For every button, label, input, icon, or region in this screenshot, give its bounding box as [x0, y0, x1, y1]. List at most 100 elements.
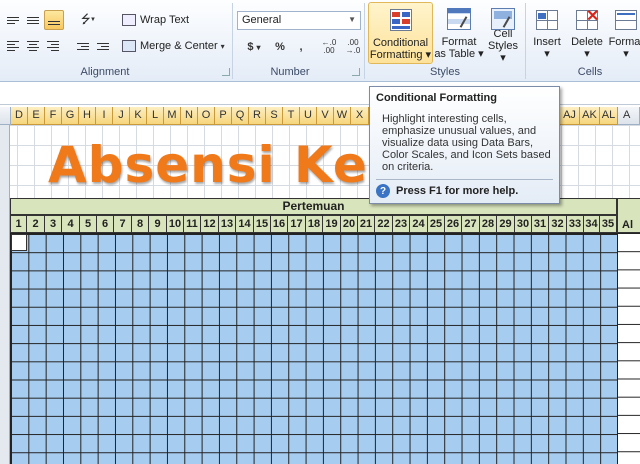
- increase-indent-button[interactable]: [94, 36, 112, 56]
- align-bottom-icon: [48, 21, 60, 25]
- meeting-number-cell[interactable]: 20: [341, 215, 358, 233]
- column-header[interactable]: I: [96, 107, 113, 125]
- column-header[interactable]: T: [283, 107, 300, 125]
- merge-center-button[interactable]: Merge & Center ▾: [122, 36, 230, 56]
- column-header[interactable]: K: [130, 107, 147, 125]
- meeting-number-cell[interactable]: 26: [445, 215, 462, 233]
- meeting-number-cell[interactable]: 11: [184, 215, 201, 233]
- meeting-number-cell[interactable]: 8: [132, 215, 149, 233]
- align-center-button[interactable]: [24, 36, 42, 56]
- right-column-cells[interactable]: [617, 233, 640, 464]
- meeting-number-cell[interactable]: 34: [584, 215, 600, 233]
- increase-decimal-button[interactable]: ←.0 .00: [318, 37, 340, 57]
- meeting-number-cell[interactable]: 25: [428, 215, 445, 233]
- column-header[interactable]: X: [351, 107, 369, 125]
- meeting-number-cell[interactable]: 12: [201, 215, 219, 233]
- group-divider: [232, 3, 233, 79]
- meeting-number-cell[interactable]: 32: [549, 215, 567, 233]
- percent-style-button[interactable]: %: [272, 37, 288, 57]
- meeting-number-cell[interactable]: 1: [10, 215, 27, 233]
- number-launcher-icon[interactable]: [352, 68, 360, 76]
- column-header[interactable]: AL: [600, 107, 618, 125]
- column-header[interactable]: L: [147, 107, 164, 125]
- align-left-button[interactable]: [4, 36, 22, 56]
- dollar-icon: $: [247, 41, 254, 53]
- meeting-number-cell[interactable]: 4: [62, 215, 80, 233]
- column-header[interactable]: J: [113, 107, 130, 125]
- meeting-number-cell[interactable]: 29: [497, 215, 515, 233]
- column-header[interactable]: D: [11, 107, 28, 125]
- increase-indent-icon: [97, 42, 109, 50]
- delete-button[interactable]: ✕ Delete ▾: [568, 2, 606, 64]
- column-header[interactable]: M: [164, 107, 181, 125]
- comma-style-button[interactable]: ,: [294, 37, 308, 57]
- align-top-button[interactable]: [4, 10, 22, 30]
- format-as-table-button[interactable]: Format as Table ▾: [434, 2, 484, 64]
- column-header[interactable]: G: [62, 107, 79, 125]
- cells-group-label: Cells: [577, 66, 603, 78]
- column-header[interactable]: AJ: [560, 107, 580, 125]
- meeting-number-cell[interactable]: 5: [80, 215, 97, 233]
- row-headers[interactable]: [0, 125, 10, 464]
- right-header-cell[interactable]: Al: [617, 198, 640, 233]
- column-header[interactable]: V: [317, 107, 334, 125]
- align-right-button[interactable]: [44, 36, 62, 56]
- decrease-indent-button[interactable]: [74, 36, 92, 56]
- column-header[interactable]: H: [79, 107, 96, 125]
- column-header[interactable]: N: [181, 107, 198, 125]
- format-button[interactable]: Format ▾: [606, 2, 640, 64]
- column-header[interactable]: Q: [232, 107, 249, 125]
- meeting-number-cell[interactable]: 24: [410, 215, 428, 233]
- decrease-decimal-button[interactable]: .00 →.0: [342, 37, 364, 57]
- meeting-number-cell[interactable]: 16: [271, 215, 288, 233]
- accounting-format-button[interactable]: $ ▾: [240, 37, 268, 57]
- wrap-text-button[interactable]: Wrap Text: [122, 10, 198, 30]
- meeting-number-cell[interactable]: 22: [375, 215, 393, 233]
- alignment-launcher-icon[interactable]: [222, 68, 230, 76]
- meeting-number-cell[interactable]: 3: [45, 215, 62, 233]
- column-header[interactable]: P: [215, 107, 232, 125]
- select-all-corner[interactable]: [0, 107, 11, 125]
- cell-styles-icon: [488, 6, 518, 32]
- meeting-number-cell[interactable]: 33: [567, 215, 584, 233]
- meeting-number-cell[interactable]: 7: [114, 215, 132, 233]
- column-header[interactable]: U: [300, 107, 317, 125]
- insert-button[interactable]: Insert ▾: [528, 2, 566, 64]
- help-icon: ?: [376, 184, 390, 198]
- attendance-grid[interactable]: [10, 233, 617, 464]
- column-header[interactable]: AK: [580, 107, 600, 125]
- meeting-number-cell[interactable]: 18: [306, 215, 323, 233]
- meeting-number-cell[interactable]: 19: [323, 215, 341, 233]
- column-header[interactable]: A: [618, 107, 640, 125]
- align-bottom-button[interactable]: [44, 10, 64, 30]
- orientation-button[interactable]: ⭍▾: [76, 10, 100, 30]
- meeting-number-cell[interactable]: 30: [515, 215, 532, 233]
- meeting-number-cell[interactable]: 21: [358, 215, 375, 233]
- meeting-number-cell[interactable]: 28: [480, 215, 497, 233]
- meeting-number-cell[interactable]: 31: [532, 215, 549, 233]
- column-header[interactable]: R: [249, 107, 266, 125]
- column-header[interactable]: O: [198, 107, 215, 125]
- meeting-number-cell[interactable]: 23: [393, 215, 410, 233]
- meeting-number-cell[interactable]: 13: [219, 215, 236, 233]
- meeting-number-cell[interactable]: 2: [27, 215, 45, 233]
- meeting-number-cell[interactable]: 17: [288, 215, 306, 233]
- number-format-select[interactable]: General ▼: [237, 11, 361, 30]
- format-cells-icon: [611, 6, 640, 34]
- meeting-number-cell[interactable]: 9: [149, 215, 167, 233]
- conditional-formatting-button[interactable]: Conditional Formatting ▾: [368, 2, 433, 64]
- meeting-number-cell[interactable]: 6: [97, 215, 114, 233]
- cell-styles-button[interactable]: Cell Styles ▾: [484, 2, 522, 64]
- meeting-number-cell[interactable]: 35: [600, 215, 617, 233]
- column-header[interactable]: F: [45, 107, 62, 125]
- column-header[interactable]: S: [266, 107, 283, 125]
- align-middle-button[interactable]: [24, 10, 42, 30]
- meeting-number-cell[interactable]: 27: [462, 215, 480, 233]
- meeting-number-cell[interactable]: 14: [236, 215, 254, 233]
- tooltip-help: ? Press F1 for more help.: [376, 184, 518, 198]
- column-header[interactable]: W: [334, 107, 351, 125]
- column-header[interactable]: E: [28, 107, 45, 125]
- meeting-number-cell[interactable]: 10: [167, 215, 184, 233]
- meeting-number-cell[interactable]: 15: [254, 215, 271, 233]
- selected-cell[interactable]: [11, 234, 27, 251]
